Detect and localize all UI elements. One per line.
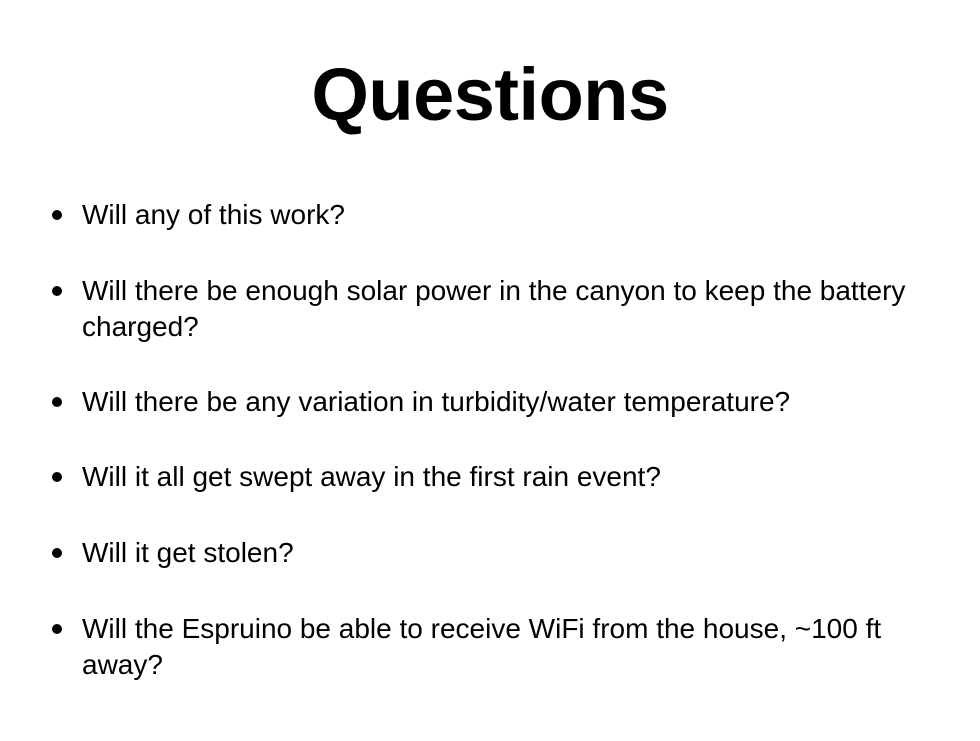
bullet-text: Will there be enough solar power in the … (82, 275, 906, 342)
bullet-text: Will it get stolen? (82, 537, 294, 568)
bullet-icon (52, 472, 62, 482)
bullet-text: Will the Espruino be able to receive WiF… (82, 613, 882, 680)
slide: Questions Will any of this work? Will th… (0, 0, 980, 741)
bullet-text: Will there be any variation in turbidity… (82, 386, 791, 417)
bullet-icon (52, 210, 62, 220)
slide-title: Questions (311, 53, 669, 136)
bullet-icon (52, 286, 62, 296)
bullet-text: Will it all get swept away in the first … (82, 461, 661, 492)
bullet-icon (52, 548, 62, 558)
bullet-icon (52, 397, 62, 407)
bullet-text: Will any of this work? (82, 199, 345, 230)
bullet-icon (52, 624, 62, 634)
